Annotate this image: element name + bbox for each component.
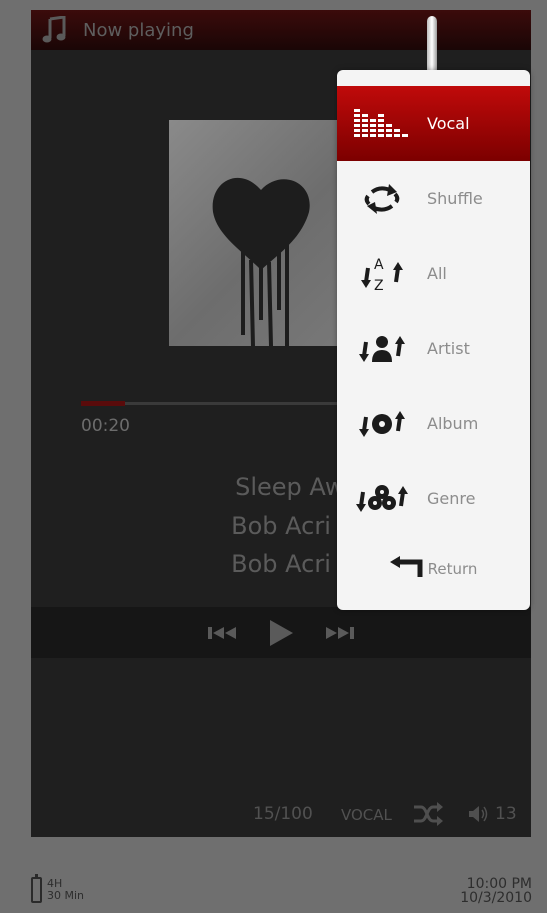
return-arrow-icon [389, 556, 424, 582]
music-note-icon [39, 15, 69, 45]
genre-repeat-icon [337, 482, 427, 516]
artist-repeat-icon [337, 332, 427, 366]
play-mode-menu: Vocal Shuffle AZ All Artist Album Genre [337, 70, 530, 610]
speaker-icon [468, 804, 488, 824]
equalizer-icon [337, 107, 427, 141]
now-playing-header: Now playing [31, 10, 531, 50]
shuffle-icon [413, 802, 443, 826]
svg-text:A: A [374, 257, 384, 273]
return-button[interactable]: Return [337, 536, 530, 602]
menu-item-shuffle[interactable]: Shuffle [337, 161, 530, 236]
az-repeat-icon: AZ [337, 254, 427, 294]
clock-date: 10/3/2010 [460, 890, 532, 906]
menu-item-artist[interactable]: Artist [337, 311, 530, 386]
menu-item-all[interactable]: AZ All [337, 236, 530, 311]
menu-item-label: Genre [427, 489, 476, 508]
menu-item-label: Artist [427, 339, 470, 358]
previous-icon[interactable] [207, 617, 239, 649]
clock: 10:00 PM 10/3/2010 [460, 877, 532, 905]
page-title: Now playing [83, 19, 194, 41]
volume-level: 13 [495, 804, 517, 824]
progress-fill [81, 401, 125, 406]
menu-item-label: Vocal [427, 114, 470, 133]
menu-item-vocal[interactable]: Vocal [337, 86, 530, 161]
menu-item-album[interactable]: Album [337, 386, 530, 461]
menu-item-genre[interactable]: Genre [337, 461, 530, 536]
return-label: Return [427, 560, 478, 578]
menu-item-label: Shuffle [427, 189, 483, 208]
battery-minutes: 30 Min [47, 889, 85, 902]
menu-item-label: Album [427, 414, 479, 433]
elapsed-time: 00:20 [81, 416, 130, 436]
svg-text:Z: Z [374, 278, 384, 294]
play-mode-label: VOCAL [341, 806, 392, 824]
battery-status: 4H 30 Min [31, 874, 85, 903]
clock-time: 10:00 PM [466, 876, 532, 892]
album-repeat-icon [337, 407, 427, 441]
battery-icon [31, 874, 42, 903]
playback-controls [31, 607, 531, 658]
play-icon[interactable] [265, 617, 297, 649]
menu-item-label: All [427, 264, 447, 283]
track-counter: 15/100 [253, 804, 313, 824]
next-icon[interactable] [323, 617, 355, 649]
shuffle-repeat-icon [337, 182, 427, 216]
